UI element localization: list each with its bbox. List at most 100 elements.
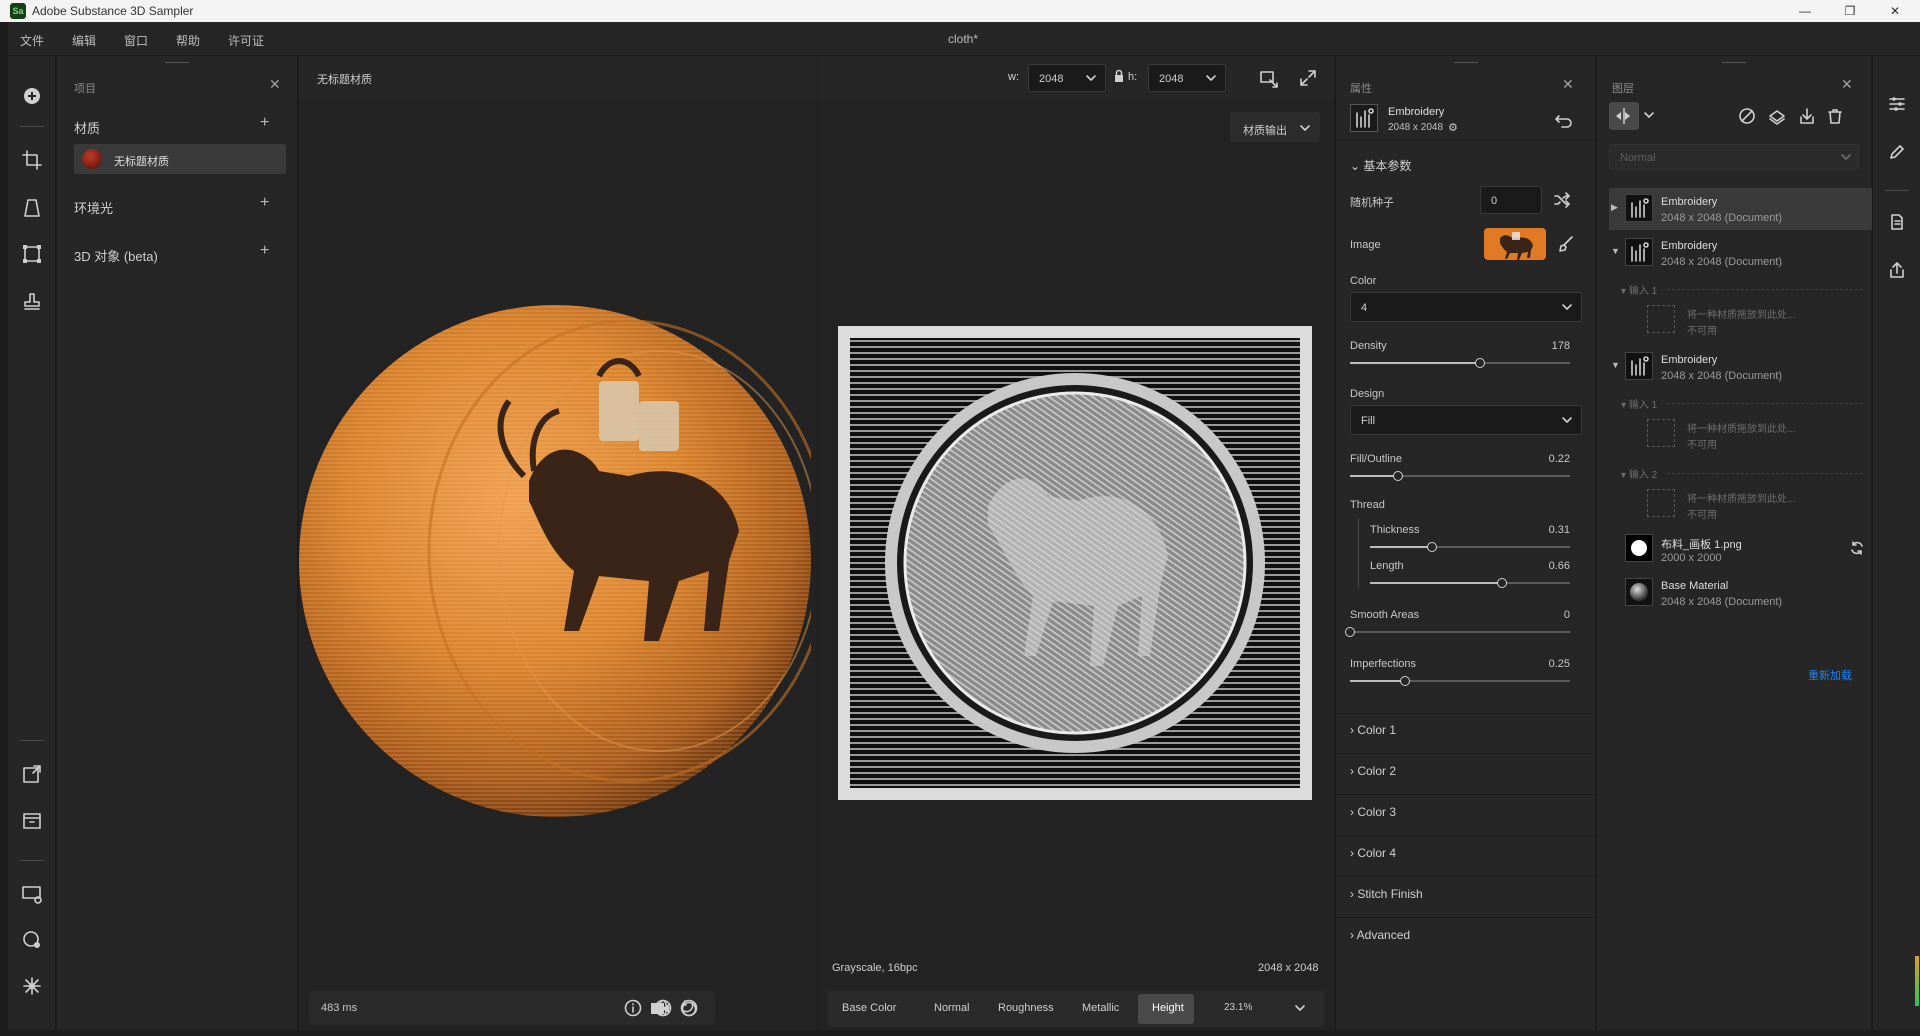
plugin-icon[interactable]: [20, 974, 44, 998]
height-map-preview[interactable]: [838, 326, 1312, 800]
image-thumbnail[interactable]: [1484, 228, 1546, 260]
slider-handle[interactable]: [1474, 358, 1485, 368]
add-material-icon[interactable]: +: [260, 114, 269, 132]
fullscreen-icon[interactable]: [1298, 68, 1318, 88]
output-select[interactable]: 材质输出: [1230, 112, 1320, 142]
menu-window[interactable]: 窗口: [124, 32, 148, 49]
basic-params-header[interactable]: ⌄ 基本参数: [1350, 157, 1411, 174]
collapse-icon[interactable]: ▼: [1611, 360, 1620, 370]
gear-icon[interactable]: ⚙: [1448, 121, 1458, 134]
perspective-icon[interactable]: [20, 196, 44, 220]
adjust-icon[interactable]: [1887, 94, 1907, 114]
crop-icon[interactable]: [20, 148, 44, 172]
width-select[interactable]: 2048: [1028, 64, 1106, 92]
slider-handle[interactable]: [1393, 471, 1404, 481]
slider-handle[interactable]: [1497, 578, 1507, 588]
minimize-button[interactable]: —: [1790, 2, 1820, 20]
chevron-down-icon[interactable]: [1643, 108, 1655, 122]
layer-row-embroidery-2[interactable]: ▼ Embroidery 2048 x 2048 (Document): [1609, 232, 1872, 274]
material-layer-icon[interactable]: [1767, 106, 1787, 126]
add-object-icon[interactable]: +: [260, 242, 269, 260]
slider-handle[interactable]: [1427, 542, 1437, 552]
document-icon[interactable]: [1887, 212, 1907, 232]
export-image-icon[interactable]: [20, 762, 44, 786]
material-item[interactable]: 无标题材质: [74, 144, 286, 174]
2d-viewport[interactable]: w: 2048 h: 2048 材质输出 Grayscale, 16bpc 20…: [818, 56, 1334, 1030]
close-layers-icon[interactable]: ✕: [1841, 76, 1853, 93]
menu-license[interactable]: 许可证: [228, 32, 264, 49]
expand-icon[interactable]: ▶: [1611, 202, 1618, 213]
group-color-4[interactable]: › Color 4: [1350, 846, 1396, 860]
channel-roughness[interactable]: Roughness: [998, 1002, 1054, 1014]
refresh-icon[interactable]: [1849, 540, 1865, 556]
design-select[interactable]: Fill: [1350, 405, 1582, 435]
layer-row-image[interactable]: 布料_画板 1.png 2000 x 2000: [1609, 528, 1872, 570]
layer-row-embroidery-3[interactable]: ▼ Embroidery 2048 x 2048 (Document): [1609, 346, 1872, 388]
layer-row-base-material[interactable]: Base Material 2048 x 2048 (Document): [1609, 572, 1872, 614]
group-advanced-label: Advanced: [1356, 928, 1411, 942]
lock-icon[interactable]: [1114, 69, 1124, 83]
group-stitch-finish[interactable]: › Stitch Finish: [1350, 887, 1423, 901]
material-settings-icon[interactable]: [20, 928, 44, 952]
add-environment-icon[interactable]: +: [260, 194, 269, 212]
channel-metallic[interactable]: Metallic: [1082, 1002, 1119, 1014]
close-properties-icon[interactable]: ✕: [1562, 76, 1574, 93]
sphere-preview[interactable]: [299, 301, 811, 821]
trash-icon[interactable]: [1825, 106, 1845, 126]
brush-icon[interactable]: [1556, 234, 1576, 254]
imperfections-slider[interactable]: [1350, 676, 1570, 686]
info-icon[interactable]: [623, 998, 643, 1018]
drop-slot[interactable]: [1647, 305, 1675, 333]
blend-mode-select[interactable]: Normal: [1609, 144, 1859, 170]
import-icon[interactable]: [1797, 106, 1817, 126]
channel-base-color[interactable]: Base Color: [842, 1002, 896, 1014]
material-ball-icon[interactable]: [679, 998, 699, 1018]
maximize-button[interactable]: ❐: [1835, 2, 1865, 20]
chevron-down-icon[interactable]: [1294, 1001, 1306, 1015]
share-icon[interactable]: [1887, 260, 1907, 280]
mask-icon[interactable]: [1737, 106, 1757, 126]
drop-slot[interactable]: [1647, 489, 1675, 517]
add-filter-button[interactable]: [1609, 102, 1639, 130]
toolbar-divider: [20, 740, 44, 741]
thickness-slider[interactable]: [1370, 542, 1570, 552]
group-color-2[interactable]: › Color 2: [1350, 764, 1396, 778]
stamp-icon[interactable]: [20, 290, 44, 314]
reset-icon[interactable]: [1554, 112, 1574, 130]
shuffle-icon[interactable]: [1552, 190, 1572, 210]
height-select[interactable]: 2048: [1148, 64, 1226, 92]
transform-icon[interactable]: [20, 242, 44, 266]
layer-row-embroidery-1[interactable]: ▶ Embroidery 2048 x 2048 (Document): [1609, 188, 1872, 230]
smooth-slider[interactable]: [1345, 627, 1570, 637]
drop-slot[interactable]: [1647, 419, 1675, 447]
slider-handle[interactable]: [1400, 676, 1410, 686]
environment-icon[interactable]: [653, 998, 673, 1018]
materials-label: 材质: [74, 121, 101, 136]
slider-handle[interactable]: [1345, 627, 1355, 637]
add-icon[interactable]: [20, 84, 44, 108]
channel-normal[interactable]: Normal: [934, 1002, 969, 1014]
close-window-button[interactable]: ✕: [1880, 2, 1910, 20]
screen-settings-icon[interactable]: [20, 882, 44, 906]
menu-help[interactable]: 帮助: [176, 32, 200, 49]
seed-input[interactable]: 0: [1480, 186, 1542, 214]
group-color-3[interactable]: › Color 3: [1350, 805, 1396, 819]
channel-height[interactable]: Height: [1138, 994, 1194, 1024]
archive-icon[interactable]: [20, 808, 44, 832]
length-slider[interactable]: [1370, 578, 1570, 588]
color-select[interactable]: 4: [1350, 292, 1582, 322]
scroll-indicator[interactable]: [1915, 956, 1919, 1006]
group-color-1[interactable]: › Color 1: [1350, 723, 1396, 737]
3d-viewport[interactable]: 无标题材质 483 ms: [299, 56, 817, 1030]
density-slider[interactable]: [1350, 358, 1570, 368]
collapse-icon[interactable]: ▼: [1611, 246, 1620, 256]
filloutline-slider[interactable]: [1350, 471, 1570, 481]
zoom-value[interactable]: 23.1%: [1224, 1002, 1252, 1013]
menu-edit[interactable]: 编辑: [72, 32, 96, 49]
fit-view-icon[interactable]: [1258, 68, 1280, 90]
pen-icon[interactable]: [1887, 142, 1907, 162]
close-project-icon[interactable]: ✕: [269, 76, 281, 93]
menu-file[interactable]: 文件: [20, 32, 44, 49]
group-advanced[interactable]: › Advanced: [1350, 928, 1410, 942]
reload-link[interactable]: 重新加载: [1808, 667, 1852, 683]
